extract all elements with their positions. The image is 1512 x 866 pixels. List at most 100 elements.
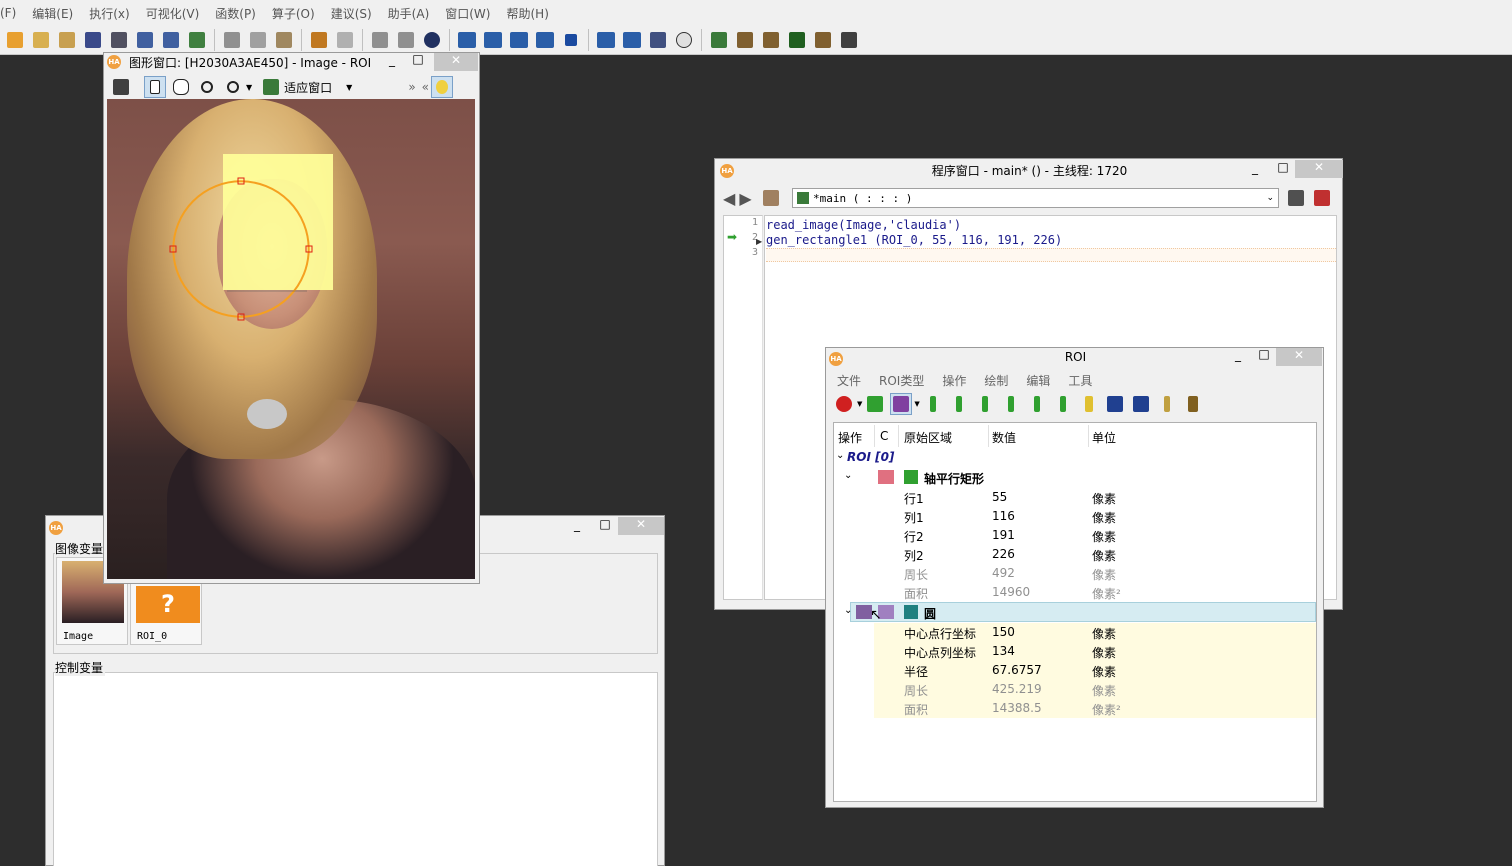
forward-arrow-icon[interactable]: ▶ (739, 189, 751, 208)
draw-polygon-icon[interactable] (1026, 393, 1048, 415)
minimize-button[interactable]: _ (564, 518, 590, 536)
new-procedure-icon[interactable] (760, 187, 782, 209)
draw-line-icon[interactable] (1052, 393, 1074, 415)
run-to-cursor-icon[interactable] (482, 29, 504, 51)
procedure-select[interactable]: *main ( : : : ) ⌄ (792, 188, 1279, 208)
maximize-button[interactable]: □ (592, 517, 618, 535)
maximize-button[interactable]: □ (1252, 347, 1276, 365)
property-row[interactable]: 行2 191 像素 (834, 526, 1316, 545)
line-profile-icon[interactable] (760, 29, 782, 51)
roi-combine-icon[interactable] (890, 393, 913, 415)
close-button[interactable]: ✕ (1295, 160, 1343, 178)
chevron-down-icon[interactable]: ▼ (346, 83, 352, 92)
roi-menu-ops[interactable]: 操作 (942, 372, 966, 389)
back-arrow-icon[interactable]: ◀ (723, 189, 735, 208)
property-row[interactable]: 面积 14388.5 像素² (834, 699, 1316, 718)
menu-file[interactable]: (F) (0, 6, 24, 20)
lightbulb-icon[interactable] (431, 76, 454, 98)
chevron-down-icon[interactable]: ⌄ (836, 450, 844, 461)
property-value[interactable]: 226 (992, 547, 1015, 561)
step-over-icon[interactable] (508, 29, 530, 51)
rect-header-row[interactable]: ⌄ 轴平行矩形 (834, 468, 1316, 487)
image-display[interactable] (107, 99, 475, 579)
timer-icon[interactable] (673, 29, 695, 51)
histogram-icon[interactable] (734, 29, 756, 51)
roi-menu-edit[interactable]: 编辑 (1026, 372, 1050, 389)
draw-circle-icon[interactable] (948, 393, 970, 415)
minimize-button[interactable]: _ (1226, 348, 1250, 366)
chevron-down-icon[interactable]: ▼ (857, 400, 862, 408)
open-example-icon[interactable] (56, 29, 78, 51)
cut-icon[interactable] (221, 29, 243, 51)
property-row[interactable]: 列1 116 像素 (834, 507, 1316, 526)
property-value[interactable]: 55 (992, 490, 1007, 504)
menu-operators[interactable]: 算子(O) (264, 5, 323, 22)
uncomment-icon[interactable] (395, 29, 417, 51)
copy-icon[interactable] (247, 29, 269, 51)
roi-shape-icon[interactable] (833, 393, 855, 415)
menu-visualize[interactable]: 可视化(V) (138, 5, 208, 22)
new-icon[interactable] (4, 29, 26, 51)
property-row[interactable]: 半径 67.6757 像素 (834, 661, 1316, 680)
pointer-icon[interactable] (144, 76, 166, 98)
roi-info-icon[interactable] (1182, 393, 1204, 415)
open-icon[interactable] (30, 29, 52, 51)
line-gutter[interactable]: 1 2 3 ➡ ▶ (723, 215, 763, 600)
paste-icon[interactable] (273, 29, 295, 51)
maximize-button[interactable]: □ (1271, 160, 1295, 178)
roi-menu-file[interactable]: 文件 (837, 372, 861, 389)
menu-edit[interactable]: 编辑(E) (24, 5, 81, 22)
ruler-icon[interactable] (1156, 393, 1178, 415)
roi-menu-type[interactable]: ROI类型 (879, 372, 924, 389)
minimize-button[interactable]: _ (382, 53, 402, 71)
magnifier-icon[interactable] (196, 76, 218, 98)
property-row[interactable]: 周长 492 像素 (834, 564, 1316, 583)
fit-window-icon[interactable] (260, 76, 282, 98)
roi-lock-icon[interactable] (1104, 393, 1126, 415)
property-row[interactable]: 周长 425.219 像素 (834, 680, 1316, 699)
undo-icon[interactable] (308, 29, 330, 51)
close-button[interactable]: ✕ (434, 53, 478, 71)
property-value[interactable]: 116 (992, 509, 1015, 523)
circle-header-row[interactable]: ⌄ 圆 ↖ (834, 603, 1316, 623)
property-value[interactable]: 14388.5 (992, 701, 1042, 715)
menu-functions[interactable]: 函数(P) (207, 5, 264, 22)
roi-unlock-icon[interactable] (1130, 393, 1152, 415)
print-icon[interactable] (108, 29, 130, 51)
roi-root-row[interactable]: ⌄ ROI [0] (834, 448, 1316, 467)
draw-pen-icon[interactable] (922, 393, 944, 415)
reset-icon[interactable] (647, 29, 669, 51)
roi-overlay[interactable] (107, 99, 475, 579)
save-icon[interactable] (82, 29, 104, 51)
step-into-icon[interactable] (595, 29, 617, 51)
menu-suggestions[interactable]: 建议(S) (323, 5, 380, 22)
delete-procedure-icon[interactable] (1311, 187, 1333, 209)
close-button[interactable]: ✕ (618, 517, 664, 535)
property-row[interactable]: 面积 14960 像素² (834, 583, 1316, 602)
color-swatch-icon[interactable] (878, 470, 894, 484)
property-row[interactable]: 行1 55 像素 (834, 488, 1316, 507)
close-button[interactable]: ✕ (1276, 348, 1322, 366)
menu-window[interactable]: 窗口(W) (437, 5, 498, 22)
ocr-icon[interactable] (838, 29, 860, 51)
roi-menu-tools[interactable]: 工具 (1068, 372, 1092, 389)
find-icon[interactable] (421, 29, 443, 51)
property-value[interactable]: 134 (992, 644, 1015, 658)
export-icon[interactable] (134, 29, 156, 51)
feature-inspect-icon[interactable] (786, 29, 808, 51)
property-value[interactable]: 191 (992, 528, 1015, 542)
step-out-icon[interactable] (621, 29, 643, 51)
feature-histogram-icon[interactable] (812, 29, 834, 51)
draw-rectangle-icon[interactable] (1000, 393, 1022, 415)
property-value[interactable]: 67.6757 (992, 663, 1042, 677)
property-row[interactable]: 中心点列坐标 134 像素 (834, 642, 1316, 661)
draw-point-icon[interactable] (1078, 393, 1100, 415)
procedure-settings-icon[interactable] (1285, 187, 1307, 209)
image-acq-icon[interactable] (186, 29, 208, 51)
hand-icon[interactable] (170, 76, 192, 98)
redo-icon[interactable] (334, 29, 356, 51)
property-value[interactable]: 14960 (992, 585, 1030, 599)
draw-ellipse-icon[interactable] (974, 393, 996, 415)
menu-help[interactable]: 帮助(H) (498, 5, 556, 22)
chevron-down-icon[interactable]: ▼ (914, 400, 919, 408)
